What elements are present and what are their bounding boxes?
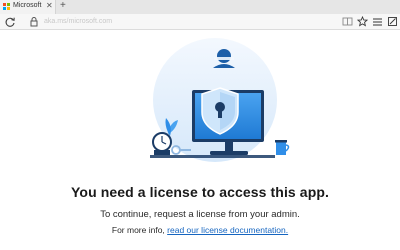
message-subtext: To continue, request a license from your… <box>100 209 300 220</box>
clock-icon <box>152 132 172 155</box>
tab-close-icon[interactable]: ✕ <box>46 1 53 10</box>
reading-view-icon[interactable] <box>342 16 353 27</box>
more-info-text: For more info, read our license document… <box>0 225 400 235</box>
new-tab-button[interactable]: + <box>60 0 66 12</box>
refresh-icon[interactable] <box>4 16 16 28</box>
tab-strip: Microsoft ✕ + <box>0 0 400 14</box>
license-documentation-link[interactable]: read our license documentation. <box>167 225 288 235</box>
address-bar[interactable]: aka.ms/microsoft.com <box>44 18 112 25</box>
page-title: You need a license to access this app. <box>71 184 329 200</box>
info-prefix: For more info, <box>111 225 165 235</box>
browser-tab[interactable]: Microsoft ✕ <box>0 0 56 14</box>
lock-icon <box>30 17 38 27</box>
notes-icon[interactable] <box>387 16 398 27</box>
navigation-bar: aka.ms/microsoft.com <box>0 14 400 30</box>
star-icon[interactable] <box>357 16 368 27</box>
hub-icon[interactable] <box>372 16 383 27</box>
microsoft-logo-icon <box>3 3 11 11</box>
tab-title: Microsoft <box>13 2 42 9</box>
license-illustration <box>150 38 290 162</box>
cup-icon <box>275 140 290 155</box>
